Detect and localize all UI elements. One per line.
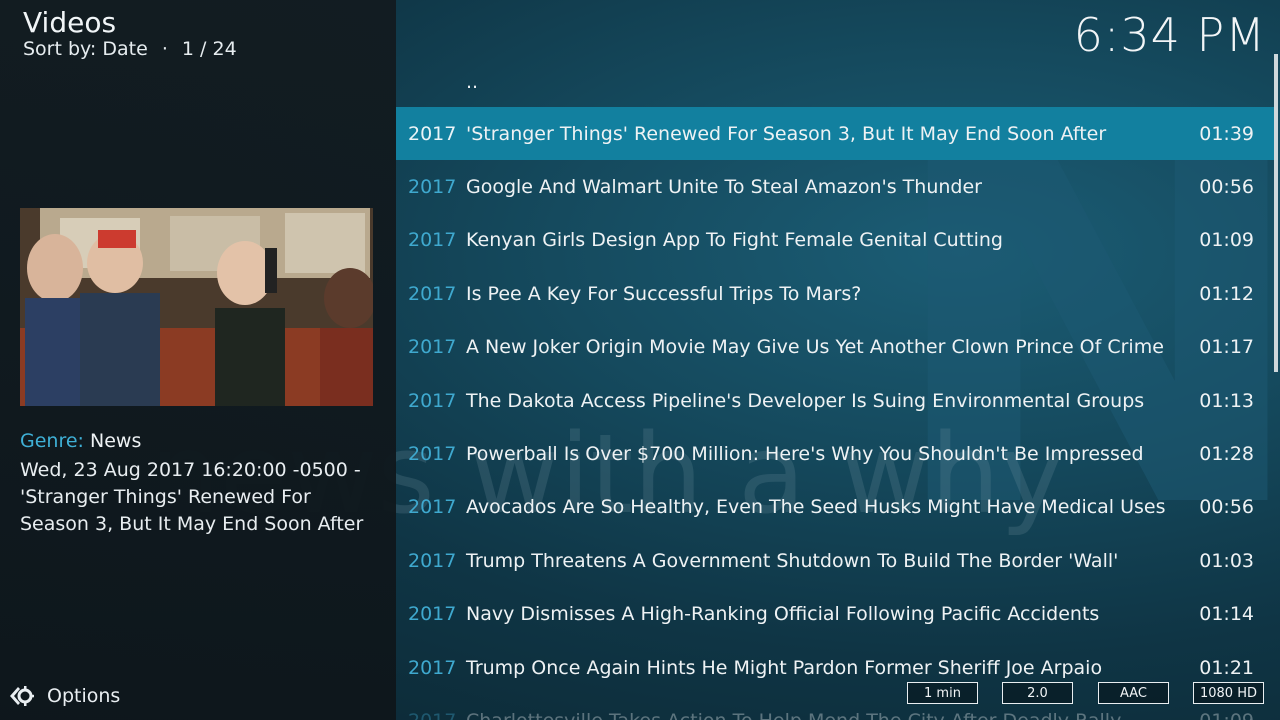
item-duration: 01:13 [1199, 389, 1254, 412]
list-item[interactable]: 2017 Is Pee A Key For Successful Trips T… [396, 267, 1276, 320]
item-year: 2017 [408, 656, 457, 679]
video-list: .. 2017 'Stranger Things' Renewed For Se… [396, 57, 1276, 720]
item-duration: 01:28 [1199, 443, 1254, 466]
list-item[interactable]: 2017 Powerball Is Over $700 Million: Her… [396, 427, 1276, 480]
resolution-flag: 1080 HD [1193, 682, 1264, 704]
item-title: Powerball Is Over $700 Million: Here's W… [466, 443, 1144, 466]
item-position: 1 / 24 [181, 38, 237, 60]
item-title: Is Pee A Key For Successful Trips To Mar… [466, 282, 862, 305]
item-year: 2017 [408, 229, 457, 252]
duration-flag: 1 min [907, 682, 978, 704]
item-duration: 01:21 [1199, 656, 1254, 679]
sort-label[interactable]: Sort by: Date [23, 38, 148, 60]
item-title: Avocados Are So Healthy, Even The Seed H… [466, 496, 1166, 519]
item-year: 2017 [408, 122, 457, 145]
list-item[interactable]: 2017 Kenyan Girls Design App To Fight Fe… [396, 214, 1276, 267]
genre-line: Genre: News [20, 430, 141, 452]
item-duration: 01:09 [1199, 229, 1254, 252]
item-year: 2017 [408, 603, 457, 626]
list-scrollbar[interactable] [1274, 54, 1278, 372]
list-item[interactable]: 2017 Trump Threatens A Government Shutdo… [396, 534, 1276, 587]
audio-channels-flag: 2.0 [1002, 682, 1073, 704]
item-duration: 01:17 [1199, 336, 1254, 359]
options-button[interactable]: Options [8, 682, 120, 710]
options-icon [10, 686, 34, 706]
video-plot: 'Stranger Things' Renewed For Season 3, … [20, 486, 364, 535]
audio-codec-flag: AAC [1098, 682, 1169, 704]
list-item[interactable]: 2017 Google And Walmart Unite To Steal A… [396, 160, 1276, 213]
sort-status: Sort by: Date · 1 / 24 [23, 38, 237, 60]
list-item[interactable]: 2017 Navy Dismisses A High-Ranking Offic… [396, 588, 1276, 641]
list-item[interactable]: 2017 A New Joker Origin Movie May Give U… [396, 321, 1276, 374]
item-title: Google And Walmart Unite To Steal Amazon… [466, 176, 982, 199]
list-item[interactable]: 2017 Avocados Are So Healthy, Even The S… [396, 481, 1276, 534]
item-title: 'Stranger Things' Renewed For Season 3, … [466, 122, 1107, 145]
item-title: Kenyan Girls Design App To Fight Female … [466, 229, 1003, 252]
item-title: A New Joker Origin Movie May Give Us Yet… [466, 336, 1164, 359]
item-title: Trump Threatens A Government Shutdown To… [466, 549, 1119, 572]
list-item[interactable]: 2017 The Dakota Access Pipeline's Develo… [396, 374, 1276, 427]
parent-folder-item[interactable]: .. [396, 57, 1276, 107]
video-description: Wed, 23 Aug 2017 16:20:00 -0500 - 'Stran… [20, 457, 380, 538]
parent-folder-label: .. [466, 71, 479, 93]
item-year: 2017 [408, 176, 457, 199]
item-title: Charlottesville Takes Action To Help Men… [466, 710, 1121, 720]
item-year: 2017 [408, 336, 457, 359]
clock: 6:34 PM [1073, 8, 1266, 62]
options-label: Options [47, 685, 121, 707]
item-year: 2017 [408, 496, 457, 519]
page-title: Videos [23, 6, 117, 39]
item-duration: 01:14 [1199, 603, 1254, 626]
item-duration: 01:39 [1199, 122, 1254, 145]
item-duration: 00:56 [1199, 176, 1254, 199]
item-duration: 01:03 [1199, 549, 1254, 572]
item-year: 2017 [408, 549, 457, 572]
item-year: 2017 [408, 389, 457, 412]
item-duration: 01:09 [1199, 710, 1254, 720]
genre-value: News [90, 430, 142, 452]
list-item[interactable]: 2017 'Stranger Things' Renewed For Seaso… [396, 107, 1276, 161]
video-thumbnail [20, 208, 373, 406]
video-date: Wed, 23 Aug 2017 16:20:00 -0500 - [20, 459, 361, 481]
item-duration: 00:56 [1199, 496, 1254, 519]
item-year: 2017 [408, 282, 457, 305]
item-year: 2017 [408, 710, 456, 720]
item-year: 2017 [408, 443, 457, 466]
separator-dot: · [161, 38, 168, 60]
item-title: Trump Once Again Hints He Might Pardon F… [466, 656, 1103, 679]
item-title: The Dakota Access Pipeline's Developer I… [466, 389, 1145, 412]
genre-label: Genre: [20, 430, 84, 452]
item-duration: 01:12 [1199, 282, 1254, 305]
item-title: Navy Dismisses A High-Ranking Official F… [466, 603, 1100, 626]
